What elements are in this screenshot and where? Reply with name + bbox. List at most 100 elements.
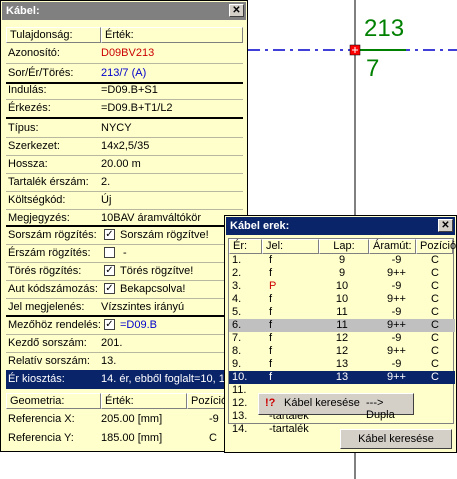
col-header-er[interactable]: Ér: — [229, 239, 262, 254]
prop-row-azonosito[interactable]: Azonosító: D09BV213 — [6, 44, 243, 63]
prop-row-hossza[interactable]: Hossza: 20.00 m — [6, 155, 243, 174]
prop-label: Mezőhöz rendelés: — [8, 319, 101, 331]
prop-row-kezdo-sorszam[interactable]: Kezdő sorszám: 201. — [6, 334, 243, 353]
prop-row-relativ-sorszam[interactable]: Relatív sorszám: 13. — [6, 352, 243, 371]
wire-row[interactable]: 4. f 10 9++ C — [229, 293, 455, 306]
wire-cell-pozicio: C — [431, 319, 439, 331]
wire-cell-er: 4. — [232, 293, 242, 305]
wire-cell-jel: f — [269, 319, 273, 331]
context-menu-item-kabel-keresese[interactable]: Kábel keresése — [284, 397, 360, 409]
geometry-pos: -9 — [209, 413, 219, 425]
sorszam-checkbox[interactable]: ✓ — [104, 229, 115, 240]
col-header-pozicio[interactable]: Pozíció: — [416, 239, 457, 254]
wire-row[interactable]: 10. f 13 9++ C — [229, 371, 455, 384]
wire-cell-lap: 10 — [335, 280, 349, 292]
wire-cell-er: 10. — [232, 371, 248, 383]
tores-checkbox[interactable]: ✓ — [104, 265, 115, 276]
wire-cell-er: 5. — [232, 306, 242, 318]
geometry-value-header[interactable]: Érték: — [101, 393, 187, 409]
wire-cell-er: 3. — [232, 280, 242, 292]
prop-row-tipus[interactable]: Típus: NYCY — [6, 119, 243, 138]
kabel-window-close-button[interactable]: ✕ — [229, 4, 244, 17]
prop-row-tores-rogzites[interactable]: Törés rögzítés: ✓ Törés rögzítve! — [6, 262, 243, 281]
prop-row-mezohoz-rendeles[interactable]: Mezőhöz rendelés: ✓ =D09.B — [6, 316, 243, 335]
erszam-checkbox[interactable] — [104, 247, 115, 258]
prop-label: Sorszám rögzítés: — [8, 229, 97, 241]
wire-row[interactable]: 6. f 11 9++ C — [229, 319, 455, 332]
wire-cell-lap: 12 — [335, 332, 349, 344]
geometry-value: 185.00 [mm] — [101, 432, 163, 444]
prop-value: 20.00 m — [101, 158, 141, 170]
wire-cell-jel: f — [269, 345, 273, 357]
wire-cell-aramut: 9++ — [387, 267, 406, 279]
geometry-row-ref-x[interactable]: Referencia X: 205.00 [mm] -9 — [6, 410, 243, 429]
wire-row[interactable]: 3. P 10 -9 C — [229, 280, 455, 293]
wire-cell-aramut: 9++ — [387, 319, 406, 331]
wire-cell-pozicio: C — [431, 293, 439, 305]
wire-cell-er: 8. — [232, 345, 242, 357]
wire-cell-lap: 11 — [336, 319, 348, 331]
kabel-window-titlebar[interactable]: Kábel: ✕ — [2, 2, 246, 20]
wire-row[interactable]: 9. f 13 -9 C — [229, 358, 455, 371]
wire-row[interactable]: 2. f 9 9++ C — [229, 267, 455, 280]
cable-number-label: 213 — [364, 15, 405, 42]
prop-value: 14. ér, ebből foglalt=10, 1 — [101, 373, 225, 385]
wire-cell-aramut: -9 — [391, 306, 402, 318]
col-header-aramut[interactable]: Áramút: — [369, 239, 416, 254]
prop-row-tartalek-erszam[interactable]: Tartalék érszám: 2. — [6, 173, 243, 192]
prop-value: 13. — [101, 355, 117, 367]
wire-cell-aramut: 9++ — [387, 293, 406, 305]
prop-value: =D09.B — [120, 319, 157, 331]
geometry-value: 205.00 [mm] — [101, 413, 163, 425]
geometry-label: Referencia Y: — [8, 432, 74, 444]
wire-row[interactable]: 5. f 11 -9 C — [229, 306, 455, 319]
wire-cell-aramut: 9++ — [387, 345, 406, 357]
prop-label: Hossza: — [8, 158, 48, 170]
col-header-lap[interactable]: Lap: — [319, 239, 369, 254]
aut-checkbox[interactable]: ✓ — [104, 283, 115, 294]
wire-cell-lap: 11 — [336, 306, 348, 318]
wire-cell-er: 14. — [232, 423, 248, 435]
wire-cell-er: 6. — [232, 319, 242, 331]
wire-cell-pozicio: C — [431, 371, 439, 383]
value-column-header[interactable]: Érték: — [101, 27, 243, 43]
wire-cell-lap: 9 — [338, 254, 346, 266]
wire-row[interactable]: 1. f 9 -9 C — [229, 254, 455, 267]
prop-value: 2. — [101, 176, 111, 188]
search-icon: !? — [265, 397, 276, 409]
prop-label: Kezdő sorszám: — [8, 337, 87, 349]
prop-row-erszam-rogzites[interactable]: Érszám rögzítés: - — [6, 244, 243, 263]
wire-row[interactable]: 7. f 12 -9 C — [229, 332, 455, 345]
kabel-erek-window: Kábel erek: ✕ Ér: Jel: Lap: Áramút: Pozí… — [224, 215, 457, 453]
wire-cell-aramut: 9++ — [387, 371, 406, 383]
wire-cell-pozicio: C — [431, 306, 439, 318]
prop-value: 213/7 (A) — [101, 67, 147, 79]
wire-cell-pozicio: C — [431, 332, 439, 344]
geometry-column-header[interactable]: Geometria: — [6, 393, 101, 409]
kabel-erek-close-button[interactable]: ✕ — [438, 219, 453, 232]
prop-label: Relatív sorszám: — [8, 355, 90, 367]
col-header-jel[interactable]: Jel: — [262, 239, 319, 254]
prop-row-er-kiosztas[interactable]: Ér kiosztás: 14. ér, ebből foglalt=10, 1 — [6, 370, 243, 389]
wire-row[interactable]: 8. f 12 9++ C — [229, 345, 455, 358]
wire-cell-lap: 10 — [335, 293, 349, 305]
prop-row-sorszam-rogzites[interactable]: Sorszám rögzítés: ✓ Sorszám rögzítve! — [6, 226, 243, 245]
prop-value: NYCY — [101, 122, 132, 134]
prop-row-erkezes[interactable]: Érkezés: =D09.B+T1/L2 — [6, 99, 243, 118]
wire-cell-pozicio: C — [431, 345, 439, 357]
kabel-erek-titlebar[interactable]: Kábel erek: ✕ — [226, 217, 455, 235]
prop-value: D09BV213 — [101, 47, 155, 59]
prop-row-indulas[interactable]: Indulás: =D09.B+S1 — [6, 81, 243, 100]
wire-cell-pozicio: C — [431, 254, 439, 266]
mezo-checkbox[interactable]: ✓ — [104, 319, 115, 330]
kabel-kereses-button[interactable]: Kábel keresése — [340, 429, 452, 449]
prop-row-szerkezet[interactable]: Szerkezet: 14x2,5/35 — [6, 137, 243, 156]
prop-row-koltsegkod[interactable]: Költségkód: Új — [6, 191, 243, 210]
wire-cell-lap: 12 — [335, 345, 349, 357]
prop-row-aut-kodszamozas[interactable]: Aut kódszámozás: ✓ Bekapcsolva! — [6, 280, 243, 299]
kabel-window-title: Kábel: — [6, 5, 40, 17]
geometry-row-ref-y[interactable]: Referencia Y: 185.00 [mm] C — [0, 430, 248, 452]
wire-cell-er: 9. — [232, 358, 242, 370]
prop-label: Aut kódszámozás: — [8, 283, 98, 295]
property-column-header[interactable]: Tulajdonság: — [6, 27, 101, 43]
